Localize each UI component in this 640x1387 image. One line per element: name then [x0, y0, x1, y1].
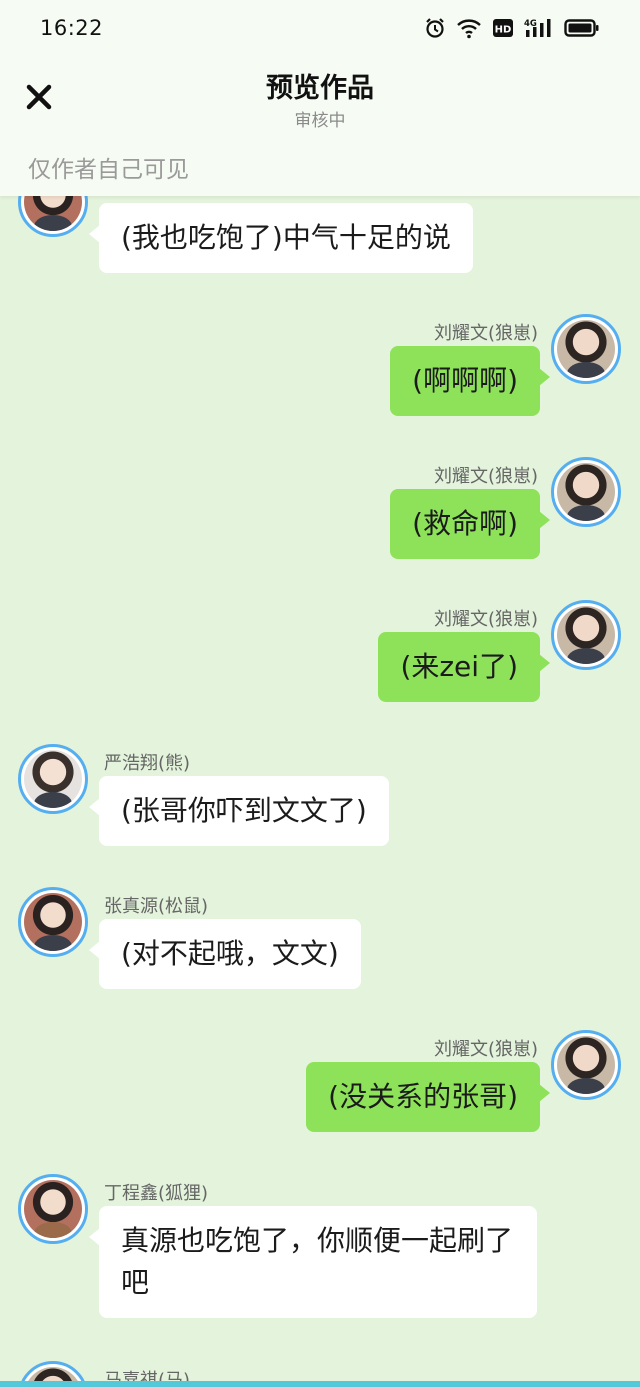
message-bubble[interactable]: (救命啊) [390, 489, 550, 559]
sender-name: 刘耀文(狼崽) [433, 466, 538, 487]
page-title: 预览作品 [266, 73, 374, 104]
avatar[interactable] [551, 457, 621, 527]
avatar[interactable] [18, 744, 88, 814]
message-bubble[interactable]: (没关系的张哥) [306, 1062, 550, 1132]
4g-signal-icon: 4G [524, 17, 554, 39]
bottom-edge-bar [0, 1381, 640, 1387]
message-bubble[interactable]: (对不起哦，文文) [89, 919, 361, 989]
header: 预览作品 审核中 [0, 56, 640, 140]
message-bubble[interactable]: (啊啊啊) [390, 346, 550, 416]
visibility-notice-text: 仅作者自己可见 [28, 157, 189, 183]
message-bubble[interactable]: 真源也吃饱了，你顺便一起刷了吧 [89, 1206, 537, 1318]
avatar[interactable] [551, 1030, 621, 1100]
status-time: 16:22 [40, 16, 104, 40]
message-bubble[interactable]: (张哥你吓到文文了) [89, 776, 389, 846]
hd-label: HD [495, 25, 512, 36]
status-bar: 16:22 HD 4G [0, 0, 640, 56]
alarm-icon [424, 17, 446, 39]
page-subtitle: 审核中 [294, 111, 346, 131]
avatar[interactable] [551, 600, 621, 670]
avatar[interactable] [18, 1174, 88, 1244]
chat-list[interactable]: (我也吃饱了)中气十足的说 刘耀文(狼崽) (啊啊啊) 刘耀文(狼崽) (救命啊… [0, 196, 640, 1387]
avatar[interactable] [18, 196, 88, 237]
sender-name: 刘耀文(狼崽) [433, 323, 538, 344]
sender-name: 刘耀文(狼崽) [433, 609, 538, 630]
sender-name: 张真源(松鼠) [104, 896, 209, 917]
message-bubble[interactable]: (我也吃饱了)中气十足的说 [89, 203, 473, 273]
battery-icon [564, 17, 600, 39]
wifi-icon [456, 17, 482, 39]
sender-name: 丁程鑫(狐狸) [104, 1183, 209, 1204]
status-icons: HD 4G [424, 17, 600, 39]
hd-icon: HD [492, 17, 514, 39]
message-bubble[interactable]: (来zei了) [378, 632, 550, 702]
sender-name: 刘耀文(狼崽) [433, 1039, 538, 1060]
avatar[interactable] [551, 314, 621, 384]
sender-name: 严浩翔(熊) [104, 753, 191, 774]
avatar[interactable] [18, 887, 88, 957]
visibility-notice: 仅作者自己可见 [0, 140, 640, 196]
